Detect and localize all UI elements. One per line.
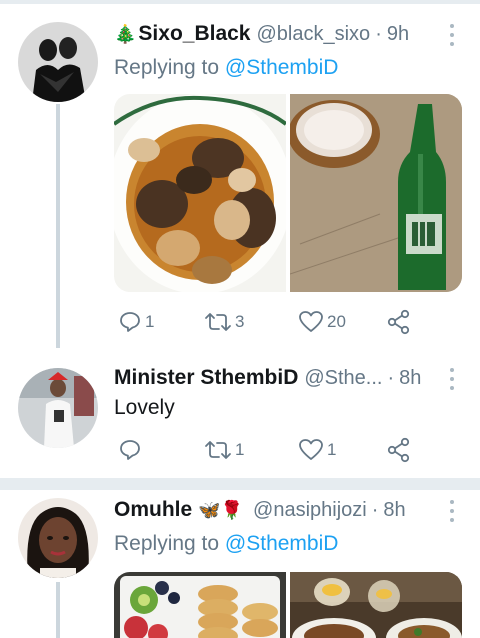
media-gallery[interactable]	[114, 94, 462, 292]
like-count: 1	[327, 440, 337, 459]
tweet-header: Minister SthembiD @Sthe... · 8h	[114, 366, 452, 394]
separator-dot: ·	[387, 367, 395, 389]
display-name[interactable]: Sixo_Black	[138, 22, 250, 46]
retweet-count: 3	[235, 312, 245, 331]
media-gallery[interactable]	[114, 572, 462, 638]
tweet-actions: 1 1	[114, 436, 444, 464]
tweet-sixo-black[interactable]: 🎄 Sixo_Black @black_sixo · 9h Replying t…	[0, 0, 480, 348]
separator-dot: ·	[375, 23, 382, 45]
more-options-icon[interactable]	[448, 24, 456, 46]
replying-label: Replying to	[114, 532, 220, 555]
avatar[interactable]	[18, 498, 98, 578]
display-name[interactable]: Omuhle	[114, 498, 192, 522]
retweet-button[interactable]: 1	[204, 436, 244, 464]
reply-count: 1	[145, 312, 155, 331]
like-button[interactable]: 1	[298, 436, 336, 464]
reply-button[interactable]	[118, 436, 145, 464]
tweet-omuhle[interactable]: Omuhle 🦋🌹 @nasiphijozi · 8h Replying to …	[0, 490, 480, 638]
replying-to: Replying to @SthembiD	[114, 56, 338, 80]
avatar[interactable]	[18, 22, 98, 102]
reply-button[interactable]: 1	[118, 308, 154, 336]
snack-platter-photo[interactable]	[114, 572, 286, 638]
share-button[interactable]	[386, 308, 412, 336]
share-button[interactable]	[386, 436, 412, 464]
retweet-button[interactable]: 3	[204, 308, 244, 336]
like-count: 20	[327, 312, 346, 331]
tweet-header: 🎄 Sixo_Black @black_sixo · 9h	[114, 22, 452, 50]
section-divider	[0, 478, 480, 490]
share-icon	[387, 437, 410, 463]
username-handle[interactable]: @nasiphijozi	[253, 499, 367, 522]
display-name[interactable]: Minister SthembiD	[114, 366, 298, 390]
christmas-tree-emoji: 🎄	[114, 24, 137, 44]
heart-icon	[299, 311, 323, 332]
share-icon	[387, 309, 410, 335]
thread-line	[56, 582, 60, 638]
replying-to: Replying to @SthembiD	[114, 532, 338, 556]
meal-photo[interactable]	[290, 572, 462, 638]
drink-photo[interactable]	[290, 94, 462, 292]
separator-dot: ·	[371, 499, 379, 521]
username-handle[interactable]: @black_sixo	[257, 23, 371, 46]
tweet-minister-sthembid[interactable]: Minister SthembiD @Sthe... · 8h Lovely 1…	[0, 348, 480, 470]
retweet-icon	[205, 313, 231, 331]
avatar[interactable]	[18, 368, 98, 448]
tweet-text: Lovely	[114, 396, 175, 419]
butterfly-rose-emoji: 🦋🌹	[198, 500, 244, 520]
heart-icon	[299, 439, 323, 460]
food-photo[interactable]	[114, 94, 286, 292]
more-options-icon[interactable]	[448, 500, 456, 522]
tweet-actions: 1 3 20	[114, 308, 444, 336]
reply-icon	[120, 312, 140, 332]
mention-link[interactable]: @SthembiD	[225, 56, 339, 79]
reply-icon	[120, 440, 140, 460]
more-options-icon[interactable]	[448, 368, 456, 390]
retweet-count: 1	[235, 440, 245, 459]
thread-line	[56, 104, 60, 348]
timestamp[interactable]: 8h	[383, 499, 405, 522]
timestamp[interactable]: 9h	[387, 23, 409, 46]
username-handle[interactable]: @Sthe...	[304, 367, 382, 390]
retweet-icon	[205, 441, 231, 459]
timestamp[interactable]: 8h	[399, 367, 421, 390]
like-button[interactable]: 20	[298, 308, 346, 336]
tweet-header: Omuhle 🦋🌹 @nasiphijozi · 8h	[114, 498, 452, 526]
mention-link[interactable]: @SthembiD	[225, 532, 339, 555]
replying-label: Replying to	[114, 56, 220, 79]
